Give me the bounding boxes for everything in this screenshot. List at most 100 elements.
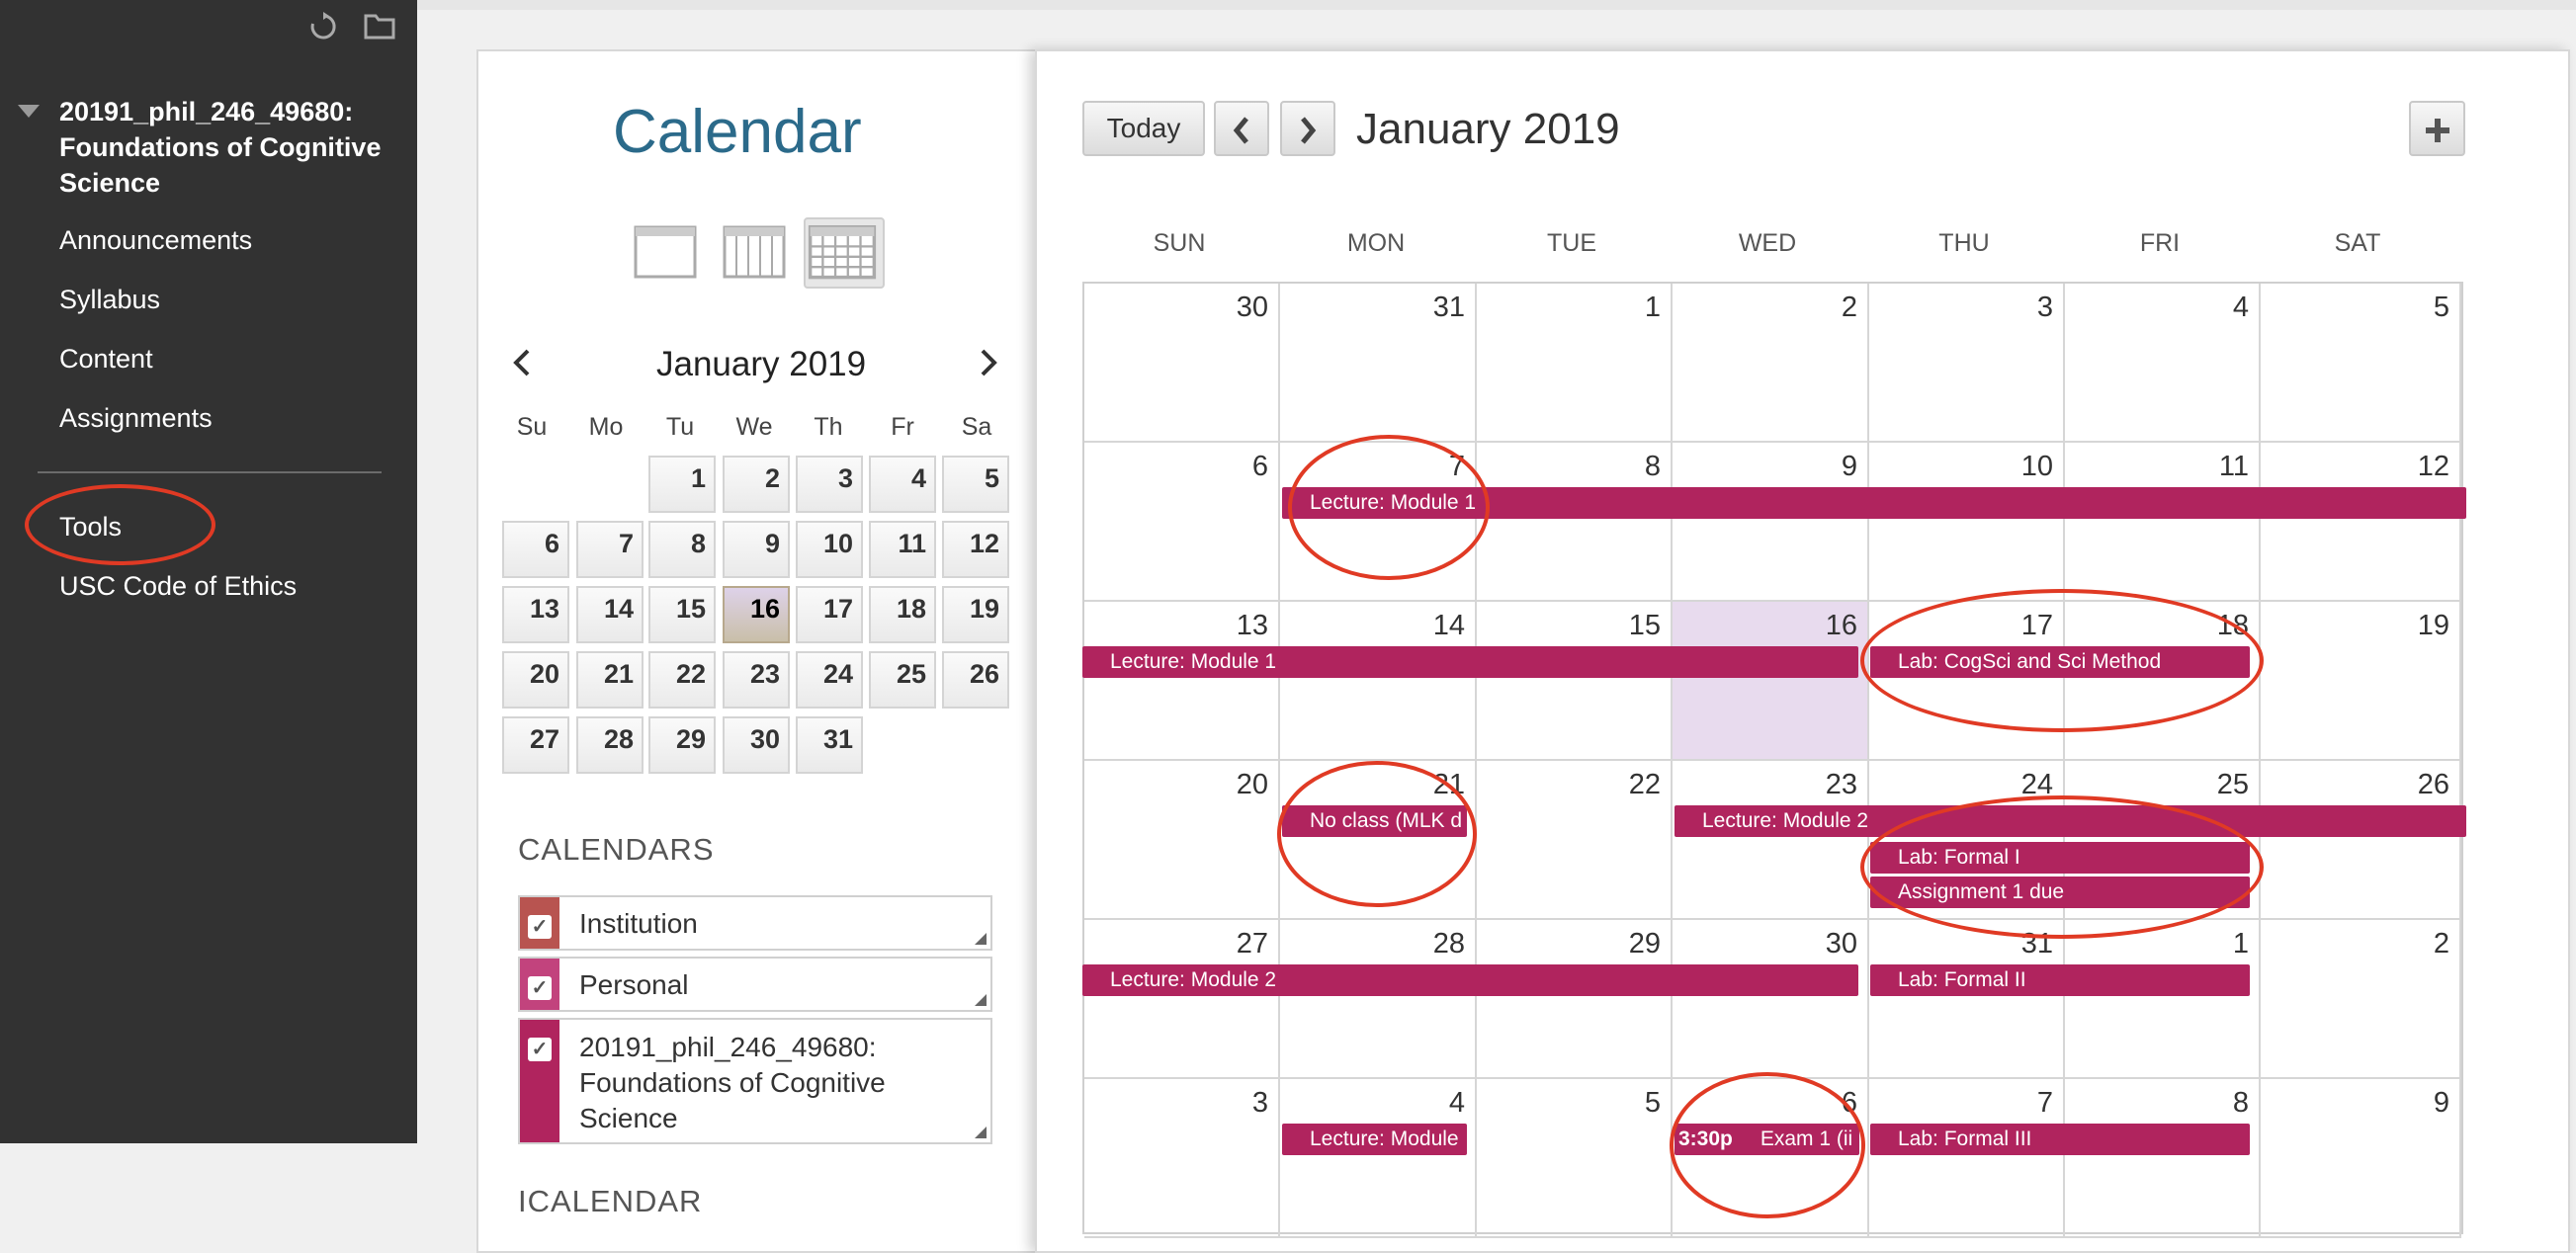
day-cell[interactable]: 12 (2261, 443, 2461, 602)
day-cell[interactable]: 3 (1869, 284, 2065, 443)
day-cell[interactable]: 8 (2065, 1079, 2261, 1238)
day-cell[interactable]: 9 (1673, 443, 1869, 602)
day-cell[interactable]: 30 (1084, 284, 1280, 443)
mini-calendar-day[interactable]: 27 (502, 716, 569, 774)
mini-calendar-day[interactable]: 20 (502, 651, 569, 709)
mini-calendar-day[interactable]: 7 (576, 521, 644, 578)
collapse-caret-icon[interactable] (18, 105, 40, 118)
day-cell[interactable]: 3 (1084, 1079, 1280, 1238)
mini-next-icon[interactable] (979, 348, 998, 385)
course-title[interactable]: 20191_phil_246_49680: Foundations of Cog… (59, 94, 395, 201)
day-number: 4 (1448, 1087, 1465, 1119)
day-cell[interactable]: 14 (1280, 602, 1477, 761)
mini-calendar-day[interactable]: 28 (576, 716, 644, 774)
mini-calendar-day[interactable]: 6 (502, 521, 569, 578)
mini-calendar-day[interactable]: 26 (942, 651, 1009, 709)
day-cell[interactable]: 16 (1673, 602, 1869, 761)
sidebar-item-syllabus[interactable]: Syllabus (59, 285, 160, 315)
day-cell[interactable]: 1 (2065, 920, 2261, 1079)
day-cell[interactable]: 27 (1084, 920, 1280, 1079)
day-cell[interactable]: 28 (1280, 920, 1477, 1079)
mini-calendar-day[interactable]: 13 (502, 586, 569, 643)
mini-calendar-day[interactable]: 2 (723, 456, 790, 513)
day-cell[interactable]: 20 (1084, 761, 1280, 920)
week-view-icon[interactable] (723, 225, 786, 279)
sidebar-item-code-of-ethics[interactable]: USC Code of Ethics (59, 571, 297, 602)
checkbox-icon[interactable]: ✓ (528, 915, 552, 939)
mini-calendar-day[interactable]: 21 (576, 651, 644, 709)
mini-prev-icon[interactable] (512, 348, 532, 385)
mini-calendar-day[interactable]: 16 (723, 586, 790, 643)
day-cell[interactable]: 5 (1477, 1079, 1673, 1238)
day-cell[interactable]: 31 (1280, 284, 1477, 443)
calendar-event[interactable]: Lecture: Module 1 (1082, 646, 1858, 678)
mini-calendar-day[interactable]: 29 (648, 716, 716, 774)
day-cell[interactable]: 2 (2261, 920, 2461, 1079)
checkbox-icon[interactable]: ✓ (528, 976, 552, 1000)
day-cell[interactable]: 5 (2261, 284, 2461, 443)
mini-calendar-day[interactable]: 25 (869, 651, 936, 709)
mini-calendar-day[interactable]: 17 (796, 586, 863, 643)
mini-calendar-day[interactable]: 3 (796, 456, 863, 513)
mini-calendar-day[interactable]: 14 (576, 586, 644, 643)
calendar-event[interactable]: Lecture: Module 2 (1082, 964, 1858, 996)
day-cell[interactable]: 8 (1477, 443, 1673, 602)
mini-calendar-day[interactable]: 10 (796, 521, 863, 578)
mini-calendar-day[interactable]: 22 (648, 651, 716, 709)
day-cell[interactable]: 10 (1869, 443, 2065, 602)
resize-grip-icon[interactable] (975, 933, 987, 945)
resize-grip-icon[interactable] (975, 1127, 987, 1138)
mini-calendar-day[interactable]: 8 (648, 521, 716, 578)
mini-calendar-day[interactable]: 19 (942, 586, 1009, 643)
mini-calendar-day[interactable]: 30 (723, 716, 790, 774)
sidebar-item-assignments[interactable]: Assignments (59, 403, 213, 434)
day-cell[interactable]: 26 (2261, 761, 2461, 920)
calendar-entry-course[interactable]: ✓ 20191_phil_246_49680: Foundations of C… (518, 1018, 992, 1144)
next-month-button[interactable] (1280, 101, 1335, 156)
prev-month-button[interactable] (1214, 101, 1269, 156)
day-cell[interactable]: 30 (1673, 920, 1869, 1079)
mini-calendar-day[interactable]: 24 (796, 651, 863, 709)
checkbox-icon[interactable]: ✓ (528, 1038, 552, 1061)
day-cell[interactable]: 4 (2065, 284, 2261, 443)
day-cell[interactable]: 19 (2261, 602, 2461, 761)
refresh-icon[interactable] (308, 12, 338, 42)
mini-calendar-day[interactable]: 12 (942, 521, 1009, 578)
day-cell[interactable]: 15 (1477, 602, 1673, 761)
sidebar-item-announcements[interactable]: Announcements (59, 225, 252, 256)
add-event-button[interactable] (2409, 101, 2465, 156)
day-cell[interactable]: 9 (2261, 1079, 2461, 1238)
day-view-icon[interactable] (634, 225, 697, 279)
month-view-icon[interactable] (804, 217, 885, 289)
day-cell[interactable]: 4 (1280, 1079, 1477, 1238)
mini-calendar-day[interactable]: 11 (869, 521, 936, 578)
mini-calendar-day[interactable]: 31 (796, 716, 863, 774)
day-cell[interactable]: 1 (1477, 284, 1673, 443)
mini-calendar-day[interactable]: 4 (869, 456, 936, 513)
mini-calendar-day[interactable]: 5 (942, 456, 1009, 513)
day-cell[interactable]: 23 (1673, 761, 1869, 920)
day-cell[interactable]: 31 (1869, 920, 2065, 1079)
day-number: 23 (1825, 769, 1857, 800)
resize-grip-icon[interactable] (975, 994, 987, 1006)
day-cell[interactable]: 6 (1084, 443, 1280, 602)
mini-calendar-day[interactable]: 18 (869, 586, 936, 643)
day-cell[interactable]: 13 (1084, 602, 1280, 761)
calendar-event[interactable]: Lecture: Module (1282, 1124, 1467, 1155)
mini-calendar-day[interactable]: 23 (723, 651, 790, 709)
day-cell[interactable]: 11 (2065, 443, 2261, 602)
sidebar-item-content[interactable]: Content (59, 344, 153, 375)
today-button[interactable]: Today (1082, 101, 1205, 156)
day-cell[interactable]: 22 (1477, 761, 1673, 920)
mini-calendar-day[interactable]: 9 (723, 521, 790, 578)
day-cell[interactable]: 2 (1673, 284, 1869, 443)
mini-calendar-day[interactable]: 1 (648, 456, 716, 513)
day-cell[interactable]: 7 (1869, 1079, 2065, 1238)
calendar-event[interactable]: Lab: Formal III (1870, 1124, 2250, 1155)
calendar-entry-personal[interactable]: ✓ Personal (518, 957, 992, 1012)
mini-calendar-day[interactable]: 15 (648, 586, 716, 643)
calendar-event[interactable]: Lab: Formal II (1870, 964, 2250, 996)
folder-icon[interactable] (364, 12, 395, 42)
calendar-entry-institution[interactable]: ✓ Institution (518, 895, 992, 951)
day-cell[interactable]: 29 (1477, 920, 1673, 1079)
